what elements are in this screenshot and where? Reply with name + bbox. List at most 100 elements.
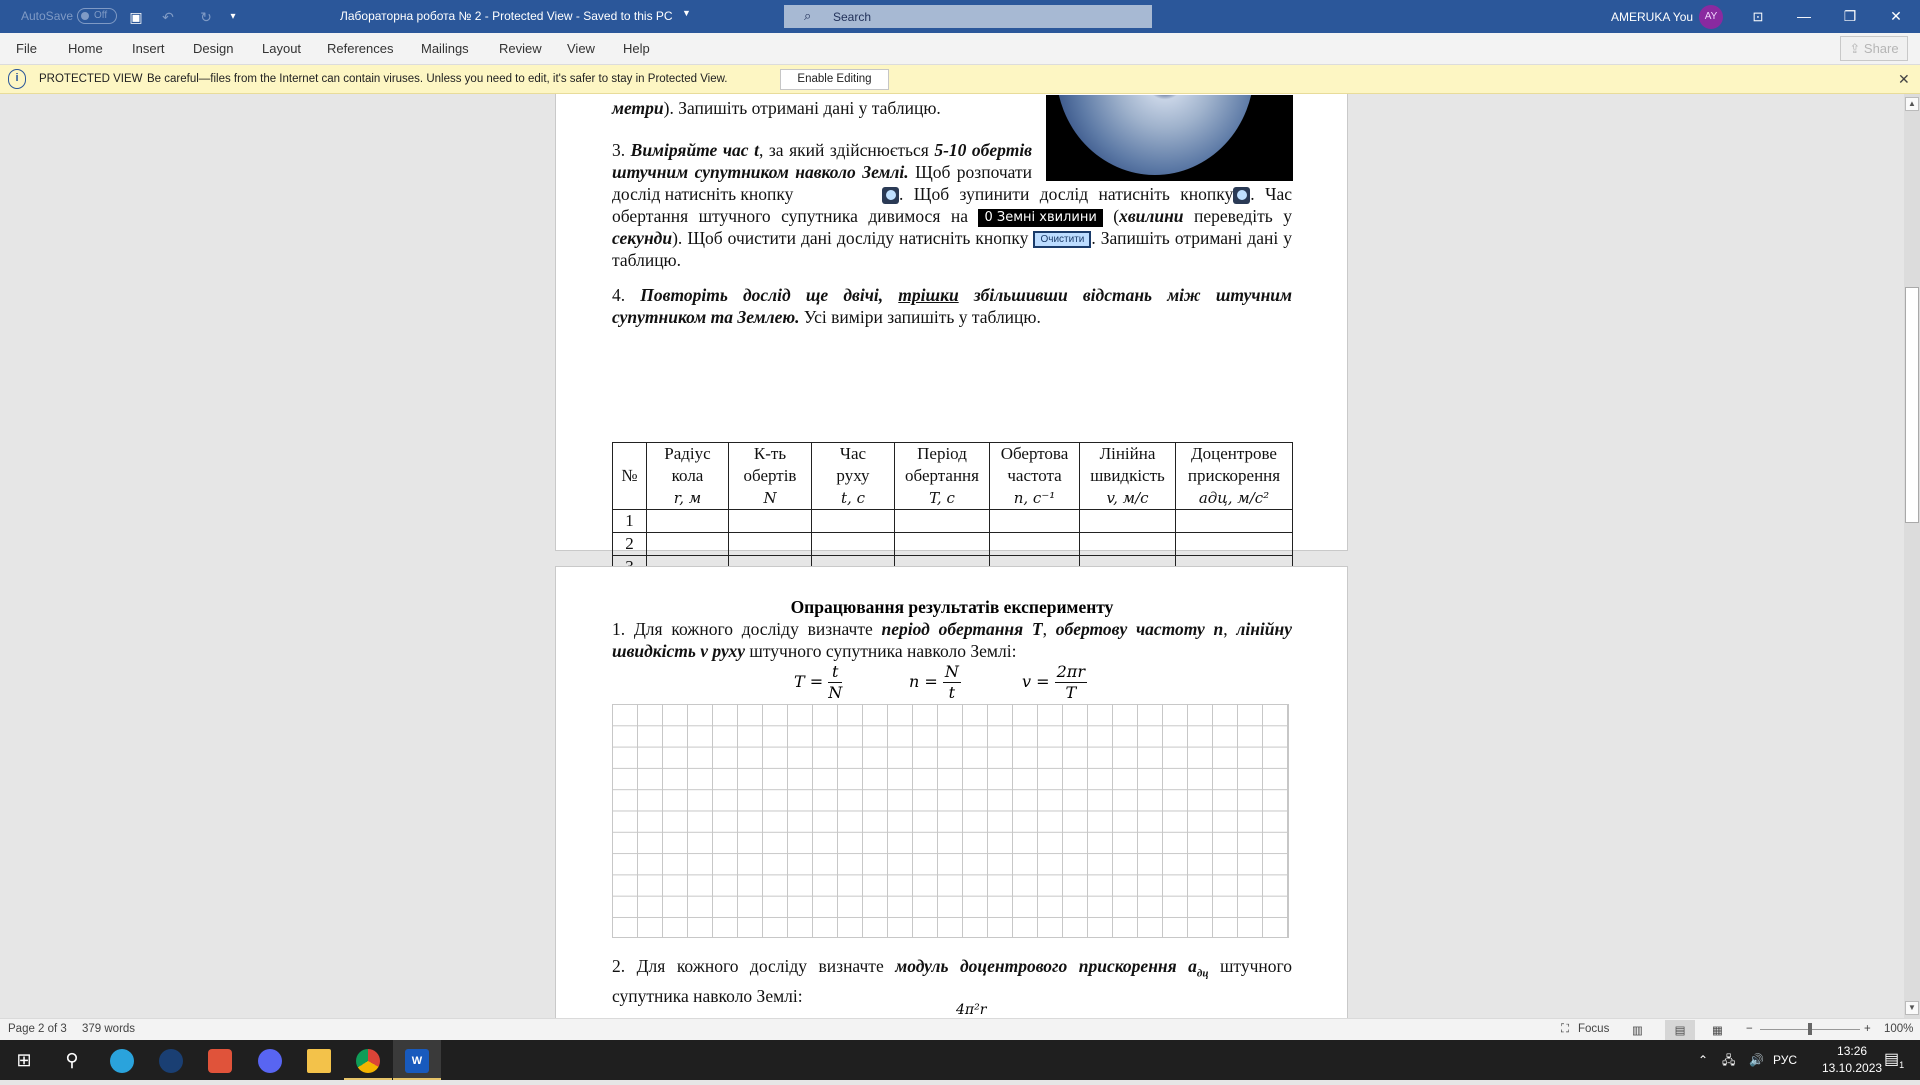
tray-overflow-icon[interactable]: ⌃ bbox=[1698, 1040, 1708, 1080]
tab-layout[interactable]: Layout bbox=[262, 41, 301, 56]
page-2: Опрацювання результатів експерименту 1. … bbox=[555, 566, 1348, 1018]
title-dropdown-icon[interactable]: ▼ bbox=[682, 8, 691, 18]
word-count[interactable]: 379 words bbox=[82, 1023, 135, 1035]
volume-icon[interactable]: 🔊 bbox=[1749, 1040, 1764, 1080]
title-bar: AutoSave Off ▣ ↶ ↻ ▾ Лабораторна робота … bbox=[0, 0, 1920, 33]
file-explorer-icon[interactable] bbox=[295, 1040, 343, 1080]
text-bold: період обертання T bbox=[881, 619, 1043, 639]
zoom-out-icon[interactable]: − bbox=[1746, 1023, 1753, 1035]
row-number: 2 bbox=[612, 532, 647, 556]
processing-step-2: 2. Для кожного досліду визначте модуль д… bbox=[612, 955, 1292, 1007]
text-bold: Повторіть дослід ще двічі, bbox=[640, 285, 899, 305]
word-icon[interactable]: W bbox=[393, 1040, 441, 1080]
cell[interactable] bbox=[989, 532, 1080, 556]
text: 4. bbox=[612, 285, 641, 305]
cell[interactable] bbox=[811, 509, 895, 533]
header-period: Період обертання T, с bbox=[894, 442, 990, 510]
cell[interactable] bbox=[646, 532, 729, 556]
discord-icon[interactable] bbox=[246, 1040, 294, 1080]
focus-button[interactable]: Focus bbox=[1578, 1023, 1609, 1035]
undo-icon[interactable]: ↶ bbox=[158, 7, 178, 27]
zoom-in-icon[interactable]: + bbox=[1864, 1023, 1871, 1035]
customize-qat-icon[interactable]: ▾ bbox=[223, 7, 243, 27]
clock[interactable]: 13:26 13.10.2023 bbox=[1822, 1043, 1882, 1077]
formula-speed: v = 2πr T bbox=[1022, 662, 1087, 702]
cell[interactable] bbox=[646, 509, 729, 533]
avatar[interactable]: AY bbox=[1699, 5, 1723, 29]
header-acceleration: Доцентрове прискорення aдц, м/с² bbox=[1175, 442, 1293, 510]
ribbon-display-icon[interactable]: ⊡ bbox=[1735, 0, 1781, 33]
autosave-label: AutoSave bbox=[21, 9, 74, 23]
scroll-down-icon[interactable]: ▼ bbox=[1905, 1001, 1919, 1015]
tab-help[interactable]: Help bbox=[623, 41, 650, 56]
formula-period: T = tN bbox=[794, 662, 843, 702]
steam-icon[interactable] bbox=[147, 1040, 195, 1080]
chrome-icon[interactable] bbox=[344, 1040, 392, 1080]
step-3-body: . Щоб зупинити дослід натисніть кнопку. … bbox=[612, 183, 1292, 271]
clear-button-image: Очистити bbox=[1033, 231, 1092, 249]
text-bold: хвилини bbox=[1119, 206, 1184, 226]
game-app-icon[interactable] bbox=[196, 1040, 244, 1080]
autosave-toggle[interactable]: Off bbox=[77, 8, 117, 24]
minimize-button[interactable]: — bbox=[1781, 0, 1827, 33]
text-bold: Виміряйте час t bbox=[630, 140, 759, 160]
cell[interactable] bbox=[1079, 532, 1176, 556]
read-mode-icon[interactable]: ▥ bbox=[1632, 1023, 1643, 1037]
tab-view[interactable]: View bbox=[567, 41, 595, 56]
document-title[interactable]: Лабораторна робота № 2 - Protected View … bbox=[340, 9, 673, 23]
cell[interactable] bbox=[894, 509, 990, 533]
tab-review[interactable]: Review bbox=[499, 41, 542, 56]
zoom-slider-thumb[interactable] bbox=[1808, 1023, 1812, 1035]
print-layout-icon[interactable]: ▤ bbox=[1665, 1020, 1695, 1040]
cell[interactable] bbox=[1175, 532, 1293, 556]
header-revolutions: К-ть обертів N bbox=[728, 442, 812, 510]
page-indicator[interactable]: Page 2 of 3 bbox=[8, 1023, 67, 1035]
notifications-icon[interactable]: ▤1 bbox=[1884, 1040, 1904, 1080]
enable-editing-button[interactable]: Enable Editing bbox=[780, 69, 889, 90]
cell[interactable] bbox=[989, 509, 1080, 533]
section-heading: Опрацювання результатів експерименту bbox=[790, 597, 1114, 617]
language-indicator[interactable]: РУС bbox=[1773, 1040, 1797, 1080]
tab-mailings[interactable]: Mailings bbox=[421, 41, 469, 56]
text-underlined: трішки bbox=[898, 285, 959, 305]
cell[interactable] bbox=[1175, 509, 1293, 533]
network-icon[interactable]: 🖧 bbox=[1722, 1040, 1735, 1080]
text: ( bbox=[1102, 206, 1120, 226]
cell[interactable] bbox=[894, 532, 990, 556]
formula-acceleration-partial: 4π²r bbox=[956, 1002, 987, 1018]
tab-insert[interactable]: Insert bbox=[132, 41, 165, 56]
text: ). Щоб очистити дані досліду натисніть к… bbox=[672, 228, 1034, 248]
page-1: метри). Запишіть отримані дані у таблицю… bbox=[555, 94, 1348, 579]
tab-file[interactable]: File bbox=[16, 41, 37, 56]
windows-start-icon[interactable]: ⊞ bbox=[0, 1040, 48, 1080]
vertical-scrollbar[interactable]: ▲ ▼ bbox=[1904, 94, 1920, 1018]
search-icon[interactable]: ⚲ bbox=[48, 1040, 96, 1080]
user-name[interactable]: AMERUKA You bbox=[1611, 10, 1693, 24]
cell[interactable] bbox=[728, 509, 812, 533]
search-box[interactable]: ⌕ Search bbox=[784, 5, 1152, 28]
zoom-level[interactable]: 100% bbox=[1884, 1023, 1913, 1035]
scrollbar-thumb[interactable] bbox=[1905, 287, 1919, 523]
close-button[interactable]: ✕ bbox=[1873, 0, 1919, 33]
tab-references[interactable]: References bbox=[327, 41, 393, 56]
cell[interactable] bbox=[728, 532, 812, 556]
zoom-slider[interactable] bbox=[1760, 1023, 1860, 1035]
redo-icon[interactable]: ↻ bbox=[196, 7, 216, 27]
table-row: 2 bbox=[612, 532, 1293, 556]
document-area[interactable]: метри). Запишіть отримані дані у таблицю… bbox=[0, 94, 1904, 1018]
text-bold: обертову частоту n bbox=[1055, 619, 1224, 639]
share-button[interactable]: ⇪ Share bbox=[1840, 36, 1908, 61]
telegram-icon[interactable] bbox=[98, 1040, 146, 1080]
web-layout-icon[interactable]: ▦ bbox=[1712, 1023, 1723, 1037]
share-icon: ⇪ bbox=[1849, 41, 1864, 56]
cell[interactable] bbox=[811, 532, 895, 556]
focus-icon: ⛶ bbox=[1561, 1023, 1570, 1035]
tab-home[interactable]: Home bbox=[68, 41, 103, 56]
save-icon[interactable]: ▣ bbox=[126, 7, 146, 27]
restore-button[interactable]: ❐ bbox=[1827, 0, 1873, 33]
scroll-up-icon[interactable]: ▲ bbox=[1905, 97, 1919, 111]
text-bold: модуль доцентрового прискорення a bbox=[895, 956, 1197, 976]
tab-design[interactable]: Design bbox=[193, 41, 233, 56]
close-icon[interactable]: ✕ bbox=[1898, 71, 1910, 88]
cell[interactable] bbox=[1079, 509, 1176, 533]
